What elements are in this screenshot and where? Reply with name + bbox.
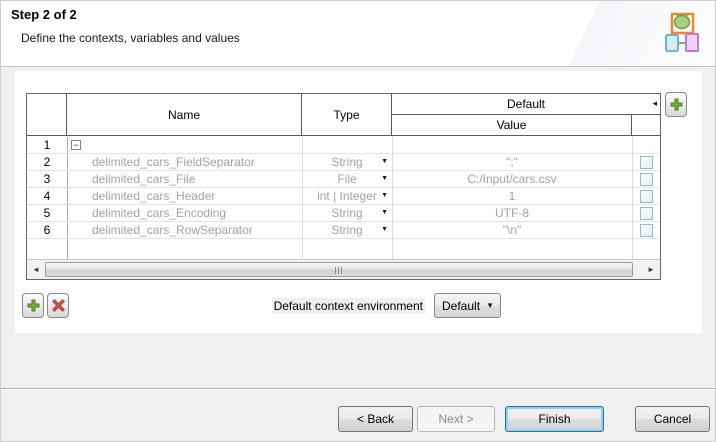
variable-name-cell[interactable]: delimited_cars_RowSeparator <box>68 222 301 238</box>
header-checkbox-column <box>632 115 660 136</box>
scroll-left-icon[interactable]: ◄ <box>28 262 44 278</box>
header-value: Value <box>392 115 632 136</box>
variable-name-cell[interactable]: delimited_cars_File <box>68 171 301 187</box>
type-value: int | Integer <box>317 189 377 203</box>
page-subtitle: Define the contexts, variables and value… <box>21 31 240 45</box>
header-name: Name <box>67 94 302 136</box>
value-cell[interactable]: "\n" <box>393 222 631 238</box>
add-context-button[interactable] <box>665 92 687 117</box>
context-variables-table: Name Type Default ◂ Value 1 − 2 delimite… <box>26 93 661 280</box>
horizontal-scrollbar[interactable]: ◄ ► <box>27 259 660 279</box>
row-checkbox[interactable] <box>640 172 653 186</box>
chevron-down-icon: ▼ <box>486 301 494 310</box>
table-row[interactable]: 4 delimited_cars_Header int | Integer ▼ … <box>27 188 660 205</box>
type-cell[interactable]: File ▼ <box>303 171 391 187</box>
next-button: Next > <box>417 406 495 432</box>
table-row[interactable]: 6 delimited_cars_RowSeparator String ▼ "… <box>27 222 660 239</box>
header-type: Type <box>302 94 392 136</box>
value-cell[interactable]: UTF-8 <box>393 205 631 221</box>
row-number: 1 <box>43 138 51 152</box>
variable-name-cell[interactable]: delimited_cars_Encoding <box>68 205 301 221</box>
row-number: 4 <box>43 189 51 203</box>
collapse-icon[interactable]: − <box>71 140 81 150</box>
dropdown-arrow-icon[interactable]: ▼ <box>381 192 388 199</box>
footer-separator <box>1 388 715 390</box>
table-body: 1 − 2 delimited_cars_FieldSeparator Stri… <box>27 137 660 259</box>
back-button[interactable]: < Back <box>338 406 413 432</box>
variable-name-cell[interactable]: delimited_cars_Header <box>68 188 301 204</box>
type-cell[interactable]: String ▼ <box>303 222 391 238</box>
row-checkbox[interactable] <box>640 223 653 237</box>
dropdown-arrow-icon[interactable]: ▼ <box>381 226 388 233</box>
plus-icon <box>27 299 39 312</box>
finish-button[interactable]: Finish <box>505 406 604 432</box>
row-number: 3 <box>43 172 51 186</box>
row-number: 6 <box>43 223 51 237</box>
column-nav-arrow-icon[interactable]: ◂ <box>652 99 657 108</box>
row-checkbox[interactable] <box>640 189 653 203</box>
plus-icon <box>670 98 682 111</box>
table-row[interactable]: 3 delimited_cars_File File ▼ C:/Input/ca… <box>27 171 660 188</box>
scrollbar-grip <box>335 267 344 274</box>
context-environment-label: Default context environment <box>271 298 425 314</box>
type-value: File <box>337 172 357 186</box>
add-variable-button[interactable] <box>22 293 44 318</box>
scroll-right-icon[interactable]: ► <box>643 262 659 278</box>
type-value: String <box>331 206 363 220</box>
context-wizard-dialog: Step 2 of 2 Define the contexts, variabl… <box>0 0 716 442</box>
page-title: Step 2 of 2 <box>11 7 77 22</box>
dropdown-arrow-icon[interactable]: ▼ <box>381 175 388 182</box>
table-row[interactable]: 2 delimited_cars_FieldSeparator String ▼… <box>27 154 660 171</box>
header-default: Default ◂ <box>392 94 660 115</box>
header-row-number <box>27 94 67 136</box>
row-checkbox[interactable] <box>640 206 653 220</box>
value-cell[interactable]: ";" <box>393 154 631 170</box>
row-number: 5 <box>43 206 51 220</box>
type-cell[interactable]: String ▼ <box>303 205 391 221</box>
type-value: String <box>331 155 363 169</box>
value-cell[interactable]: 1 <box>393 188 631 204</box>
type-cell[interactable]: int | Integer ▼ <box>303 188 391 204</box>
cancel-button[interactable]: Cancel <box>635 406 710 432</box>
x-icon <box>51 299 65 312</box>
row-number: 2 <box>43 155 51 169</box>
scrollbar-thumb[interactable] <box>45 262 633 277</box>
value-cell[interactable]: C:/Input/cars.csv <box>393 171 631 187</box>
header-default-label: Default <box>506 97 546 111</box>
variable-name-cell[interactable]: delimited_cars_FieldSeparator <box>68 154 301 170</box>
dropdown-arrow-icon[interactable]: ▼ <box>381 158 388 165</box>
wizard-header: Step 2 of 2 Define the contexts, variabl… <box>1 1 715 67</box>
remove-variable-button[interactable] <box>47 293 69 318</box>
table-row[interactable]: 5 delimited_cars_Encoding String ▼ UTF-8 <box>27 205 660 222</box>
type-value: String <box>331 223 363 237</box>
table-row[interactable]: 1 − <box>27 137 660 154</box>
context-environment-select[interactable]: Default ▼ <box>434 293 501 318</box>
dropdown-arrow-icon[interactable]: ▼ <box>381 209 388 216</box>
row-checkbox[interactable] <box>640 155 653 169</box>
context-wizard-icon <box>665 12 699 52</box>
type-cell[interactable]: String ▼ <box>303 154 391 170</box>
selected-environment: Default <box>442 299 481 313</box>
